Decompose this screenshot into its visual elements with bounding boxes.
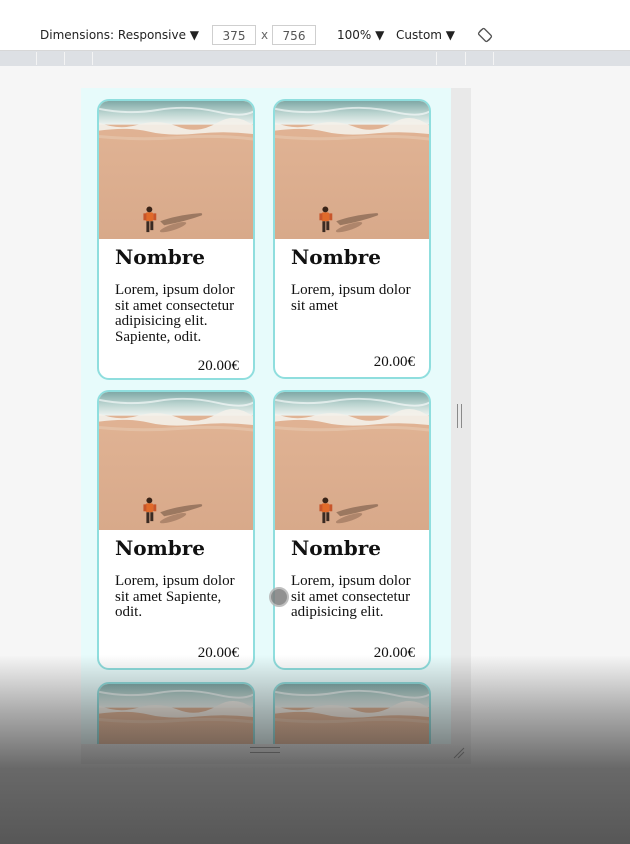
card-description: Lorem, ipsum dolor sit amet consectetur … [115, 282, 235, 345]
product-card[interactable]: Nombre Lorem, ipsum dolor sit amet Sapie… [97, 390, 255, 670]
product-card[interactable]: Nombre Lorem, ipsum dolor sit amet 20.00… [273, 99, 431, 379]
card-description: Lorem, ipsum dolor sit amet [291, 282, 411, 314]
corner-resize-icon[interactable] [452, 745, 466, 759]
card-image [99, 392, 253, 530]
card-title: Nombre [115, 245, 206, 269]
ruler-tick [92, 52, 93, 65]
zoom-dropdown[interactable]: 100% ▼ [337, 28, 384, 42]
card-price: 20.00€ [197, 645, 239, 661]
card-image [275, 101, 429, 239]
ruler-tick [465, 52, 466, 65]
card-description: Lorem, ipsum dolor sit amet Sapiente, od… [115, 573, 235, 620]
right-resize-handle[interactable] [457, 404, 462, 428]
card-price: 20.00€ [197, 358, 239, 374]
touch-cursor-icon [269, 587, 289, 607]
rotate-device-icon[interactable] [477, 27, 493, 46]
media-query-bar[interactable] [0, 51, 630, 66]
device-frame: Nombre Lorem, ipsum dolor sit amet conse… [81, 88, 471, 764]
bottom-resize-handle[interactable] [250, 747, 280, 755]
card-description: Lorem, ipsum dolor sit amet consectetur … [291, 573, 411, 620]
card-price: 20.00€ [373, 354, 415, 370]
card-title: Nombre [115, 536, 206, 560]
product-card-partial[interactable] [97, 682, 255, 744]
card-image [99, 101, 253, 239]
product-card-partial[interactable] [273, 682, 431, 744]
product-card[interactable]: Nombre Lorem, ipsum dolor sit amet conse… [97, 99, 255, 380]
card-price: 20.00€ [373, 645, 415, 661]
dimension-separator: x [261, 28, 269, 42]
ruler-tick [436, 52, 437, 65]
browser-top-strip [0, 0, 630, 23]
ruler-tick [36, 52, 37, 65]
ruler-tick [493, 52, 494, 65]
card-title: Nombre [291, 245, 382, 269]
card-image [275, 684, 429, 744]
height-input[interactable]: 756 [272, 25, 316, 45]
page-viewport[interactable]: Nombre Lorem, ipsum dolor sit amet conse… [81, 88, 451, 744]
dimensions-dropdown[interactable]: Dimensions: Responsive ▼ [40, 28, 199, 42]
width-input[interactable]: 375 [212, 25, 256, 45]
card-image [99, 684, 253, 744]
throttle-dropdown[interactable]: Custom ▼ [396, 28, 455, 42]
card-title: Nombre [291, 536, 382, 560]
ruler-tick [64, 52, 65, 65]
device-toolbar: Dimensions: Responsive ▼ 375 x 756 100% … [0, 22, 630, 51]
card-image [275, 392, 429, 530]
product-card[interactable]: Nombre Lorem, ipsum dolor sit amet conse… [273, 390, 431, 670]
